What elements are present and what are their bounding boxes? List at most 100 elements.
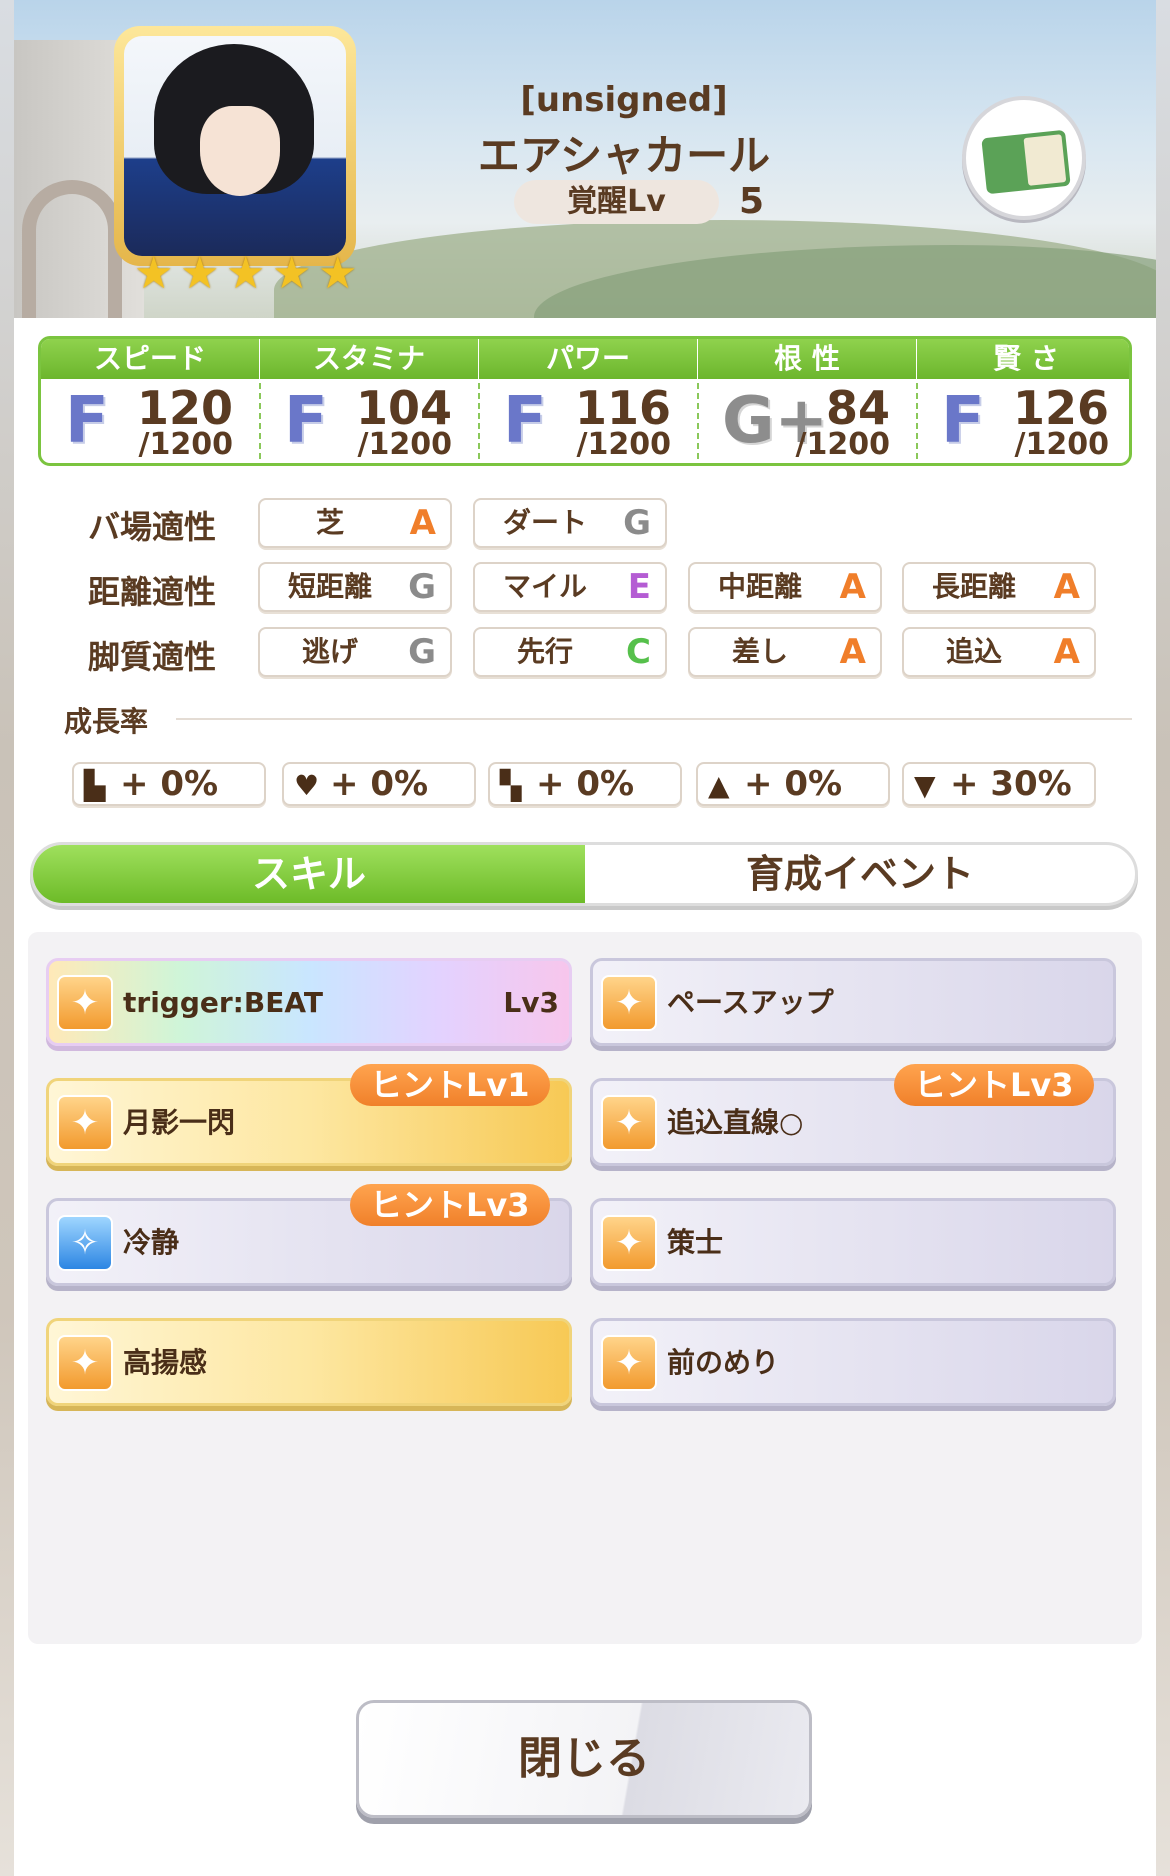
skill-item[interactable]: ✦ 高揚感 (46, 1318, 572, 1406)
skill-speed-icon: ✦ (601, 1095, 657, 1151)
aptitude-name: 短距離 (287, 570, 372, 603)
skill-speed-icon: ✦ (601, 975, 657, 1031)
aptitude-grade: A (1053, 567, 1080, 607)
stat-guts: 根 性 G+ 84 /1200 (698, 339, 916, 463)
stat-max: /1200 (795, 427, 890, 462)
growth-value: + 0% (120, 764, 219, 804)
aptitude-name: 先行 (516, 635, 573, 668)
strategy-aptitude-label: 脚質適性 (88, 638, 217, 676)
aptitude-name: 差し (731, 635, 788, 668)
skill-item[interactable]: ✦ 策士 (590, 1198, 1116, 1286)
aptitude-name: 芝 (315, 506, 344, 539)
growth-stamina: ♥ + 0% (282, 762, 476, 806)
stat-wisdom: 賢 さ F 126 /1200 (917, 339, 1129, 463)
guide-book-button[interactable] (962, 96, 1086, 220)
aptitude-mile: マイル E (473, 562, 667, 612)
stat-max: /1200 (1014, 427, 1109, 462)
stat-grade: F (65, 384, 109, 458)
aptitude-grade: G (623, 503, 651, 543)
aptitude-leader: 先行 C (473, 627, 667, 677)
growth-value: + 0% (744, 764, 843, 804)
close-button[interactable]: 閉じる (356, 1700, 812, 1818)
stat-max: /1200 (357, 427, 452, 462)
skill-item[interactable]: ✦ ペースアップ (590, 958, 1116, 1046)
flame-icon: ▲ (708, 769, 730, 802)
graduation-cap-icon: ▼ (914, 769, 936, 802)
character-face (200, 106, 280, 196)
aptitude-grade: A (839, 567, 866, 607)
skill-speed-icon: ✦ (57, 975, 113, 1031)
skill-name: 策士 (667, 1226, 724, 1259)
stat-label: スピード (41, 339, 259, 379)
skill-name: 月影一閃 (123, 1106, 236, 1139)
star-icon: ★ (318, 248, 358, 299)
aptitude-name: ダート (502, 506, 587, 539)
star-icon: ★ (134, 248, 174, 299)
aptitude-long: 長距離 A (902, 562, 1096, 612)
stats-panel: スピード F 120 /1200 スタミナ F 104 /1200 パワー F … (38, 336, 1132, 466)
track-aptitude-label: バ場適性 (88, 508, 217, 546)
aptitude-grade: C (626, 632, 651, 672)
skill-speed-icon: ✦ (57, 1095, 113, 1151)
aptitude-short: 短距離 G (258, 562, 452, 612)
skill-item[interactable]: ✦ trigger:BEAT Lv3 (46, 958, 572, 1046)
aptitude-dirt: ダート G (473, 498, 667, 548)
aptitude-name: 中距離 (717, 570, 802, 603)
star-icon: ★ (180, 248, 220, 299)
stat-speed: スピード F 120 /1200 (41, 339, 259, 463)
skill-speed-icon: ✦ (57, 1335, 113, 1391)
tab-training-events[interactable]: 育成イベント (585, 845, 1135, 903)
background-arch (22, 180, 122, 318)
aptitude-middle: 中距離 A (688, 562, 882, 612)
awakening-label: 覚醒Lv (514, 180, 719, 224)
hint-badge: ヒントLv3 (350, 1184, 550, 1226)
growth-power: ▚ + 0% (488, 762, 682, 806)
star-icon: ★ (272, 248, 312, 299)
character-portrait[interactable] (114, 26, 356, 266)
stat-max: /1200 (138, 427, 233, 462)
skill-name: 冷静 (123, 1226, 180, 1259)
skill-speed-icon: ✦ (601, 1335, 657, 1391)
stat-label: スタミナ (260, 339, 478, 379)
stat-power: パワー F 116 /1200 (479, 339, 697, 463)
growth-wisdom: ▼ + 30% (902, 762, 1096, 806)
awakening-level: 覚醒Lv 5 (514, 180, 814, 224)
skill-name: 高揚感 (123, 1346, 208, 1379)
aptitude-grade: G (408, 632, 436, 672)
aptitude-name: 長距離 (931, 570, 1016, 603)
star-icon: ★ (226, 248, 266, 299)
stat-grade: F (503, 384, 547, 458)
aptitude-grade: A (409, 503, 436, 543)
character-image (124, 36, 346, 256)
aptitude-runner: 逃げ G (258, 627, 452, 677)
aptitude-chaser: 追込 A (902, 627, 1096, 677)
skill-item[interactable]: ✦ 前のめり (590, 1318, 1116, 1406)
aptitude-grade: A (1053, 632, 1080, 672)
skill-level: Lv3 (503, 986, 559, 1019)
character-name: エアシャカール (477, 131, 771, 180)
header-banner: ★ ★ ★ ★ ★ [unsigned] エアシャカール 覚醒Lv 5 (14, 0, 1156, 318)
book-icon (981, 129, 1071, 195)
distance-aptitude-label: 距離適性 (88, 573, 217, 611)
aptitude-grade: A (839, 632, 866, 672)
tab-skill[interactable]: スキル (33, 845, 585, 903)
heart-icon: ♥ (294, 769, 320, 802)
tab-bar: スキル 育成イベント (30, 842, 1138, 906)
stat-stamina: スタミナ F 104 /1200 (260, 339, 478, 463)
skill-name: trigger:BEAT (123, 986, 323, 1019)
stat-label: 賢 さ (917, 339, 1129, 379)
aptitude-betweener: 差し A (688, 627, 882, 677)
title-block: [unsigned] エアシャカール (444, 80, 804, 183)
aptitude-name: 逃げ (301, 635, 358, 668)
growth-value: + 0% (330, 764, 429, 804)
divider (176, 718, 1132, 720)
aptitude-grade: G (408, 567, 436, 607)
stat-label: 根 性 (698, 339, 916, 379)
player-name: [unsigned] (520, 80, 728, 120)
aptitude-name: 追込 (945, 635, 1002, 668)
skill-list: ✦ trigger:BEAT Lv3 ✦ ペースアップ ✦ 月影一閃 ヒントLv… (28, 932, 1142, 1644)
stat-grade: F (284, 384, 328, 458)
aptitude-name: マイル (502, 570, 587, 603)
hint-badge: ヒントLv1 (350, 1064, 550, 1106)
stat-label: パワー (479, 339, 697, 379)
